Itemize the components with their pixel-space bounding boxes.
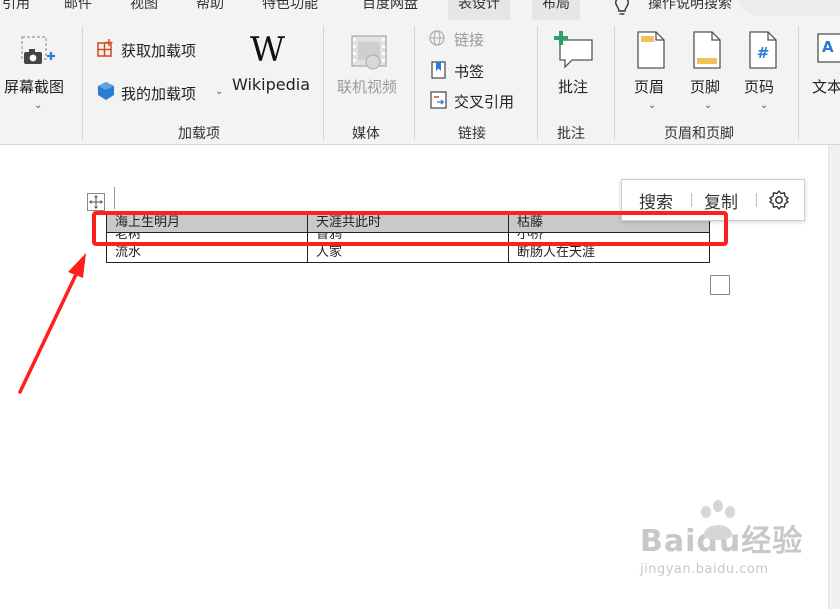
chevron-down-icon: ⌄ <box>215 86 224 97</box>
ribbon-tab-strip: 引用 邮件 视图 帮助 特色功能 百度网盘 表设计 布局 操作说明搜索 <box>0 0 840 20</box>
new-comment-label: 批注 <box>558 78 589 96</box>
page-number-label: 页码 <box>744 78 775 96</box>
header-label: 页眉 <box>634 78 665 96</box>
ribbon: 屏幕截图 ⌄ 获取加载项 我的加载项 ⌄ W Wikipedia 加载项 联机视… <box>0 20 840 145</box>
cross-reference-label: 交叉引用 <box>454 93 515 111</box>
link-button[interactable]: 链接 <box>424 26 524 52</box>
group-label-comments: 批注 <box>557 126 585 142</box>
get-addins-icon <box>97 39 113 57</box>
annotation-arrow <box>18 253 86 394</box>
title-bar-decoration <box>735 0 840 16</box>
table-move-handle[interactable] <box>87 193 105 211</box>
header-icon <box>637 31 665 69</box>
ribbon-separator <box>82 26 83 140</box>
wikipedia-icon: W <box>250 30 285 70</box>
my-addins-icon <box>98 82 114 100</box>
new-comment-button[interactable]: 批注 <box>546 28 602 120</box>
page-number-button[interactable]: # 页码 ⌄ <box>736 28 790 120</box>
get-addins-label: 获取加载项 <box>121 42 197 60</box>
online-video-button[interactable]: 联机视频 <box>332 28 406 120</box>
cross-reference-icon <box>430 91 447 109</box>
film-icon <box>351 35 387 70</box>
chevron-down-icon: ⌄ <box>760 100 769 111</box>
screenshot-icon <box>21 36 55 64</box>
ribbon-separator <box>414 26 415 140</box>
table-resize-handle[interactable] <box>710 275 730 295</box>
tab-help[interactable]: 帮助 <box>196 0 224 20</box>
get-addins-button[interactable]: 获取加载项 <box>92 34 216 64</box>
paw-logo-icon <box>701 500 735 540</box>
footer-button[interactable]: 页脚 ⌄ <box>680 28 734 120</box>
ribbon-separator <box>798 26 799 140</box>
group-label-addins: 加载项 <box>178 126 220 142</box>
bookmark-label: 书签 <box>454 63 485 81</box>
tab-mailings[interactable]: 邮件 <box>64 0 92 20</box>
page-number-icon: # <box>749 31 777 69</box>
chevron-down-icon: ⌄ <box>34 100 43 111</box>
chevron-down-icon: ⌄ <box>704 100 713 111</box>
lightbulb-icon <box>615 0 629 15</box>
gear-icon[interactable] <box>768 189 790 211</box>
online-video-label: 联机视频 <box>337 78 398 96</box>
bookmark-button[interactable]: 书签 <box>424 57 524 83</box>
my-addins-label: 我的加载项 <box>121 85 197 103</box>
tab-features[interactable]: 特色功能 <box>262 0 318 20</box>
move-arrows-icon <box>89 195 103 209</box>
svg-text:#: # <box>757 44 770 62</box>
footer-icon <box>693 31 721 69</box>
search-button[interactable]: 搜索 <box>639 188 673 213</box>
wikipedia-button[interactable]: W Wikipedia <box>228 28 314 120</box>
footer-label: 页脚 <box>690 78 721 96</box>
tab-table-design[interactable]: 表设计 <box>448 0 510 20</box>
tell-me-search[interactable]: 操作说明搜索 <box>648 0 732 20</box>
text-label: 文本 <box>812 78 840 96</box>
group-label-media: 媒体 <box>352 126 380 142</box>
screenshot-label: 屏幕截图 <box>4 78 65 96</box>
ribbon-separator <box>537 26 538 140</box>
ribbon-separator <box>323 26 324 140</box>
highlight-box <box>92 211 728 246</box>
ribbon-separator <box>614 26 615 140</box>
wikipedia-label: Wikipedia <box>232 75 311 94</box>
new-comment-icon <box>554 31 593 69</box>
header-button[interactable]: 页眉 ⌄ <box>624 28 678 120</box>
tab-baidu-netdisk[interactable]: 百度网盘 <box>362 0 418 20</box>
tab-references[interactable]: 引用 <box>2 0 30 20</box>
toolbar-divider <box>756 193 757 207</box>
bookmark-icon <box>431 61 446 79</box>
text-cursor <box>114 187 115 209</box>
text-button[interactable]: A 文本 <box>806 28 840 120</box>
watermark-url: jingyan.baidu.com <box>640 562 769 577</box>
toolbar-divider <box>691 193 692 207</box>
cross-reference-button[interactable]: 交叉引用 <box>424 87 532 113</box>
copy-button[interactable]: 复制 <box>704 188 738 213</box>
group-label-header-footer: 页眉和页脚 <box>664 126 734 142</box>
vertical-scrollbar[interactable] <box>828 145 840 609</box>
watermark: Baidu经验 jingyan.baidu.com <box>640 500 803 577</box>
globe-link-icon <box>429 30 445 46</box>
my-addins-button[interactable]: 我的加载项 ⌄ <box>92 76 228 106</box>
tab-layout[interactable]: 布局 <box>532 0 580 20</box>
screenshot-button[interactable]: 屏幕截图 ⌄ <box>0 28 76 120</box>
group-label-links: 链接 <box>458 126 486 142</box>
svg-text:A: A <box>822 38 834 56</box>
chevron-down-icon: ⌄ <box>648 100 657 111</box>
text-box-icon: A <box>817 33 840 63</box>
tab-view[interactable]: 视图 <box>130 0 158 20</box>
link-label: 链接 <box>454 31 485 49</box>
